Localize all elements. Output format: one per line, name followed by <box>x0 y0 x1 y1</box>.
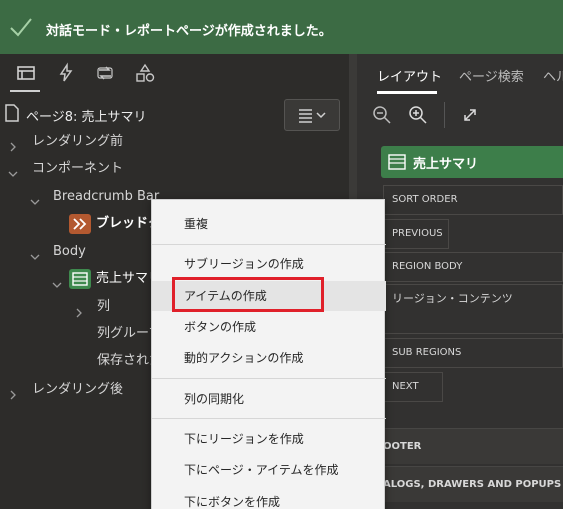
layout-pane: レイアウト ページ検索 ヘル 売上サマリ SORT ORDER PREVIOUS… <box>357 54 563 509</box>
tab-help[interactable]: ヘル <box>543 66 563 85</box>
active-tab-indicator <box>377 91 437 94</box>
position-sub-regions[interactable]: SUB REGIONS <box>383 338 563 368</box>
report-region-icon <box>69 269 91 289</box>
success-notification: 対話モード・レポートページが作成されました。 <box>0 0 563 54</box>
toolbar-divider <box>444 102 445 128</box>
tree-node-breadcrumb-bar[interactable]: Breadcrumb Bar <box>53 184 159 210</box>
tree-node-components[interactable]: コンポーネント <box>32 156 123 182</box>
position-footer: OOTER <box>383 441 422 452</box>
tab-page-search[interactable]: ページ検索 <box>459 66 524 85</box>
layout-region-title: 売上サマリ <box>413 157 479 172</box>
tree-menu-button[interactable] <box>284 99 340 131</box>
tree-node-columns[interactable]: 列 <box>97 294 110 320</box>
menu-separator <box>152 244 386 245</box>
notification-message: 対話モード・レポートページが作成されました。 <box>46 24 332 39</box>
active-toolbar-indicator <box>10 90 40 92</box>
page-title: ページ8: 売上サマリ <box>26 109 147 125</box>
position-dialogs: ALOGS, DRAWERS AND POPUPS <box>383 479 562 490</box>
menu-separator <box>152 418 386 419</box>
layout-region-sales-summary[interactable]: 売上サマリ <box>381 146 563 178</box>
chevron-right-icon[interactable] <box>8 385 18 400</box>
shared-components-icon[interactable] <box>134 62 156 84</box>
context-menu: 重複 サブリージョンの作成 アイテムの作成 ボタンの作成 動的アクションの作成 … <box>151 199 386 509</box>
tree-node-body[interactable]: Body <box>53 239 86 265</box>
chevron-down-icon[interactable] <box>30 192 40 205</box>
menu-item-create-region-below[interactable]: 下にリージョンを作成 <box>152 424 386 454</box>
menu-item-create-subregion[interactable]: サブリージョンの作成 <box>152 249 386 279</box>
footer-strip[interactable]: OOTER <box>357 428 563 464</box>
chevron-right-icon[interactable] <box>8 137 18 152</box>
tab-layout[interactable]: レイアウト <box>377 66 442 85</box>
position-next[interactable]: NEXT <box>383 372 443 402</box>
menu-item-create-dynamic-action[interactable]: 動的アクションの作成 <box>152 343 386 373</box>
tree-page-header[interactable]: ページ8: 売上サマリ <box>4 104 147 126</box>
processing-icon[interactable] <box>94 62 116 84</box>
report-region-icon <box>387 153 407 175</box>
menu-item-duplicate[interactable]: 重複 <box>152 209 386 239</box>
position-region-body[interactable]: REGION BODY <box>383 252 563 282</box>
menu-separator <box>152 378 386 379</box>
chevron-down-icon[interactable] <box>30 247 40 260</box>
rendering-tree-icon[interactable] <box>15 62 37 84</box>
zoom-in-icon[interactable] <box>407 104 429 130</box>
highlight-box <box>172 277 324 312</box>
menu-item-create-button-below[interactable]: 下にボタンを作成 <box>152 487 386 509</box>
position-region-contents[interactable]: リージョン・コンテンツ <box>383 284 563 334</box>
zoom-out-icon[interactable] <box>371 104 393 130</box>
tree-node-pre-rendering[interactable]: レンダリング前 <box>32 129 123 155</box>
menu-item-create-page-item-below[interactable]: 下にページ・アイテムを作成 <box>152 455 386 485</box>
layout-tabs: レイアウト ページ検索 ヘル <box>357 54 563 94</box>
position-sort-order[interactable]: SORT ORDER <box>383 185 563 215</box>
menu-item-synchronize-columns[interactable]: 列の同期化 <box>152 384 386 414</box>
chevron-down-icon[interactable] <box>52 275 62 288</box>
breadcrumb-region-icon <box>69 214 91 234</box>
layout-toolbar <box>357 96 563 136</box>
menu-item-create-button[interactable]: ボタンの作成 <box>152 312 386 342</box>
dialogs-strip[interactable]: ALOGS, DRAWERS AND POPUPS <box>357 466 563 502</box>
position-previous[interactable]: PREVIOUS <box>383 219 449 249</box>
chevron-right-icon[interactable] <box>74 303 84 318</box>
chevron-down-icon[interactable] <box>8 164 18 177</box>
tree-node-post-rendering[interactable]: レンダリング後 <box>32 377 123 403</box>
left-pane-toolbar <box>0 54 349 92</box>
checkmark-icon <box>8 14 34 44</box>
lightning-icon[interactable] <box>55 62 77 84</box>
page-icon <box>4 104 20 126</box>
expand-icon[interactable] <box>460 105 480 129</box>
